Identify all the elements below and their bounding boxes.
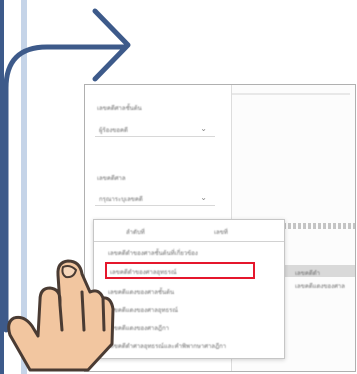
field2-label: เลขคดีศาล [97, 175, 126, 182]
dropdown-item-label: เลขคดีดำของศาลชั้นต้นที่เกี่ยวข้อง [108, 250, 198, 257]
dropdown-header-col: เลขที่ [214, 229, 228, 236]
chevron-down-icon: ⌄ [200, 124, 207, 133]
table-cell: เลขคดีดำ [295, 270, 321, 277]
vertical-rail-dark [0, 0, 4, 374]
embedded-screenshot: เลขคดีศาลชั้นต้น ผู้ร้องขอคดี ⌄ เลขคดีศา… [84, 84, 356, 372]
dropdown-menu: ลำดับที่ เลขที่ เลขคดีดำของศาลชั้นต้นที่… [93, 219, 285, 359]
dropdown-item-label: เลขคดีแดงของศาลฎีกา [108, 325, 169, 332]
field1-select[interactable]: ผู้ร้องขอคดี ⌄ [95, 122, 215, 137]
vertical-rail-light [21, 0, 27, 374]
dropdown-item[interactable]: เลขคดีดำของศาลชั้นต้นที่เกี่ยวข้อง [94, 244, 284, 259]
dropdown-item[interactable]: เลขคดีแดงของศาลอุทธรณ์ [94, 301, 284, 316]
chevron-down-icon: ⌄ [200, 193, 207, 202]
dropdown-item-label: เลขคดีแดงของศาลชั้นต้น [108, 289, 175, 296]
field1-value: ผู้ร้องขอคดี [99, 127, 128, 134]
table-cell: เลขคดีแดงของศาล [295, 283, 345, 290]
field1-label: เลขคดีศาลชั้นต้น [97, 105, 142, 112]
dropdown-item-label: เลขคดีดำศาลอุทธรณ์และคำพิพากษาศาลฎีกา [108, 343, 227, 350]
dropdown-header-col: ลำดับที่ [126, 229, 145, 236]
dropdown-item[interactable]: เลขคดีแดงของศาลฎีกา [94, 319, 284, 334]
field2-value: กรุณาระบุเลขคดี [99, 196, 143, 203]
dropdown-header: ลำดับที่ เลขที่ [94, 220, 284, 242]
field2-select[interactable]: กรุณาระบุเลขคดี ⌄ [95, 191, 215, 206]
right-arrow-icon [92, 8, 131, 82]
dropdown-item-label: เลขคดีดำของศาลอุทธรณ์ [110, 269, 177, 276]
content-toolbar [232, 93, 350, 95]
dropdown-item[interactable]: เลขคดีดำศาลอุทธรณ์และคำพิพากษาศาลฎีกา [94, 337, 284, 352]
dropdown-item-label: เลขคดีแดงของศาลอุทธรณ์ [108, 307, 178, 314]
dropdown-item-highlighted[interactable]: เลขคดีดำของศาลอุทธรณ์ [105, 262, 255, 279]
dropdown-item[interactable]: เลขคดีแดงของศาลชั้นต้น [94, 283, 284, 298]
